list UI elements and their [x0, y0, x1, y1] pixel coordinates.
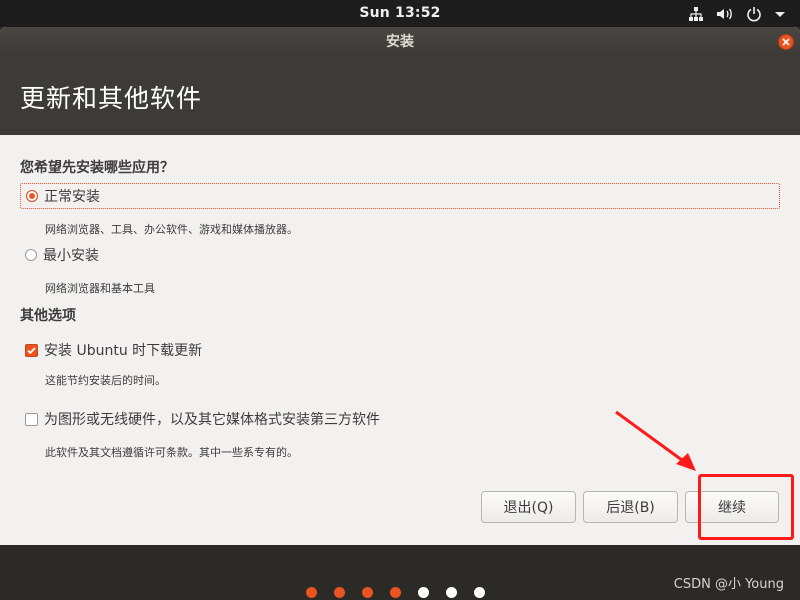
network-icon[interactable] [688, 6, 704, 22]
page-header: 更新和其他软件 [0, 57, 800, 135]
third-party-description: 此软件及其文档遵循许可条款。其中一些系专有的。 [45, 446, 298, 459]
dropdown-icon[interactable] [774, 9, 786, 19]
download-updates-checkbox[interactable] [25, 343, 38, 357]
top-panel: Sun 13:52 [0, 0, 800, 27]
other-options-title: 其他选项 [20, 308, 76, 324]
power-icon[interactable] [746, 6, 762, 22]
window-titlebar[interactable]: 安装 [0, 27, 800, 57]
download-updates-description: 这能节约安装后的时间。 [45, 374, 166, 387]
watermark: CSDN @小 Young [673, 577, 784, 592]
third-party-checkbox[interactable] [25, 412, 38, 426]
normal-install-description: 网络浏览器、工具、办公软件、游戏和媒体播放器。 [45, 223, 298, 236]
progress-dot [418, 587, 429, 598]
back-button[interactable]: 后退(B) [583, 491, 678, 523]
progress-dot [334, 587, 345, 598]
minimal-install-option[interactable]: 最小安装 [20, 242, 780, 268]
minimal-install-label[interactable]: 最小安装 [43, 245, 99, 265]
main-content: 您希望先安装哪些应用？ 正常安装 网络浏览器、工具、办公软件、游戏和媒体播放器。… [0, 135, 800, 545]
progress-area: CSDN @小 Young [0, 545, 800, 600]
system-tray[interactable] [688, 5, 786, 23]
close-icon [782, 38, 790, 46]
window-title: 安装 [386, 34, 414, 50]
normal-install-radio[interactable] [26, 190, 38, 202]
checkmark-icon [27, 346, 36, 354]
progress-dot [474, 587, 485, 598]
normal-install-option[interactable]: 正常安装 [20, 183, 780, 209]
install-question: 您希望先安装哪些应用？ [20, 160, 174, 176]
close-button[interactable] [778, 34, 794, 50]
annotation-highlight-box [698, 474, 794, 540]
volume-icon[interactable] [716, 6, 734, 22]
annotation-arrow [615, 410, 696, 471]
clock[interactable]: Sun 13:52 [0, 5, 800, 21]
download-updates-option[interactable]: 安装 Ubuntu 时下载更新 [20, 337, 780, 363]
page-title: 更新和其他软件 [20, 84, 203, 113]
progress-dot [362, 587, 373, 598]
progress-dot [390, 587, 401, 598]
step-progress-dots [306, 587, 485, 598]
progress-dot [446, 587, 457, 598]
third-party-label[interactable]: 为图形或无线硬件，以及其它媒体格式安装第三方软件 [44, 409, 380, 429]
download-updates-label[interactable]: 安装 Ubuntu 时下载更新 [44, 340, 202, 360]
quit-button[interactable]: 退出(Q) [481, 491, 576, 523]
progress-dot [306, 587, 317, 598]
minimal-install-description: 网络浏览器和基本工具 [45, 282, 155, 295]
minimal-install-radio[interactable] [25, 249, 37, 261]
normal-install-label[interactable]: 正常安装 [44, 186, 100, 206]
